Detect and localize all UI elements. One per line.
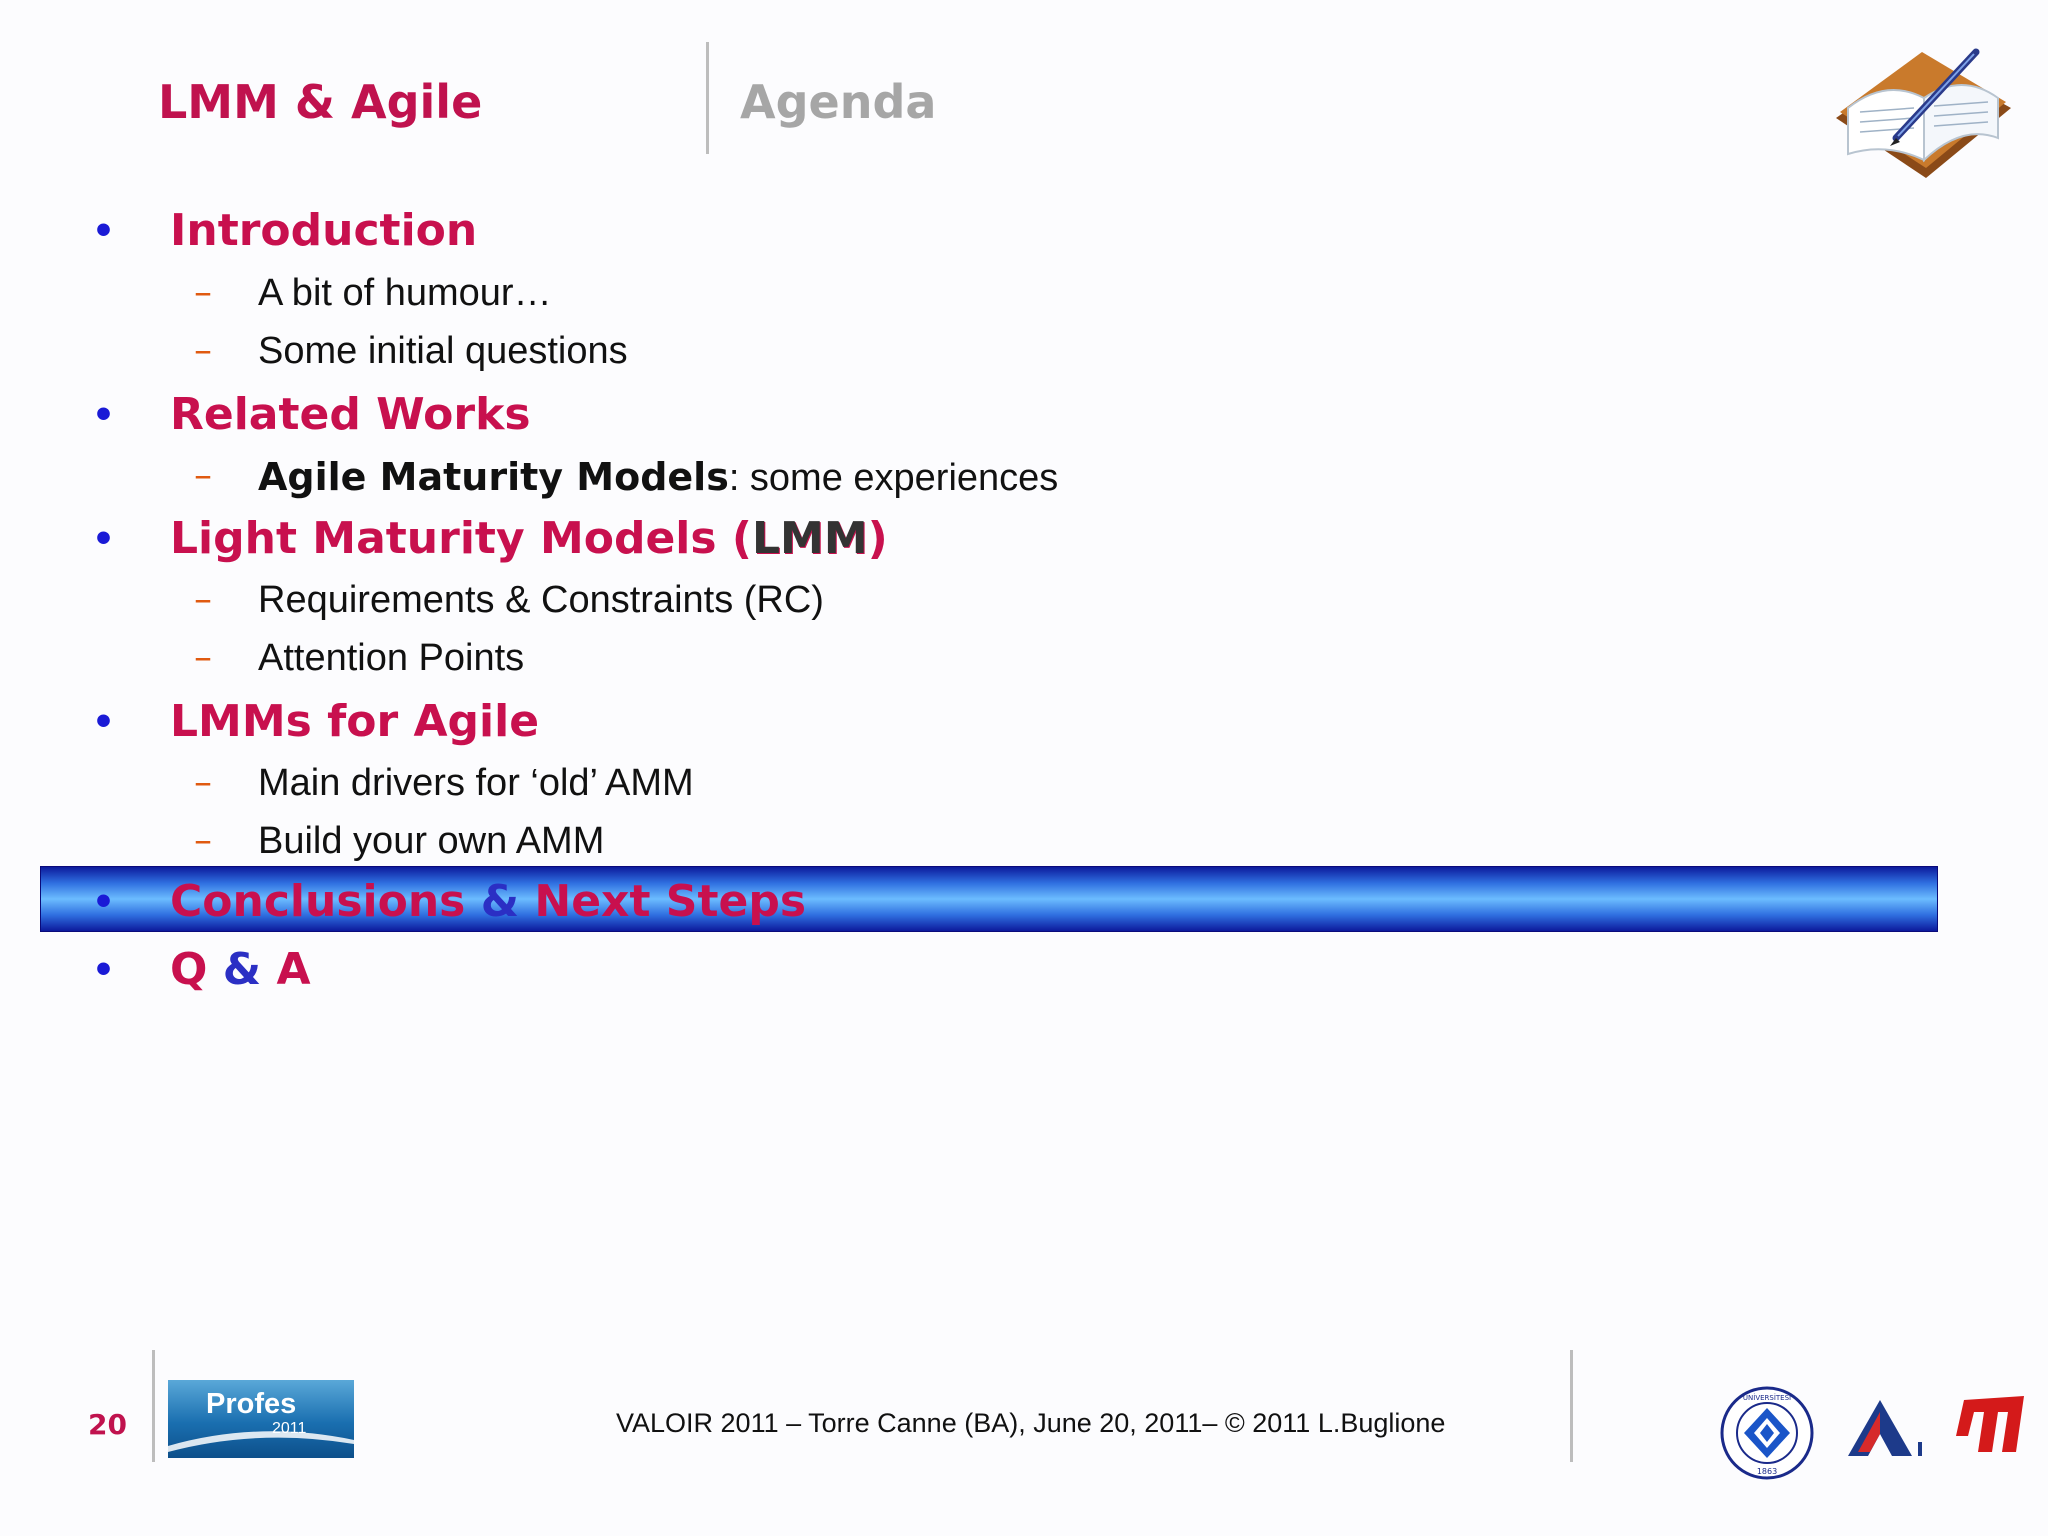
bullet: • xyxy=(92,882,116,923)
title-divider xyxy=(706,42,709,154)
footer-divider xyxy=(1570,1350,1573,1462)
qa-a: A xyxy=(276,944,311,995)
agenda-item-label: Related Works xyxy=(170,389,531,440)
page-number: 20 xyxy=(88,1408,127,1441)
agenda-subitem-label: Requirements & Constraints (RC) xyxy=(258,579,824,621)
lmm-suffix: ) xyxy=(867,513,888,564)
agenda-subitem-label: A bit of humour… xyxy=(258,272,552,314)
agenda-subitem: – Agile Maturity Models: some experience… xyxy=(0,455,2048,505)
agenda-subitem: – Main drivers for ‘old’ AMM xyxy=(0,762,2048,812)
ampersand: & xyxy=(480,876,520,927)
conclusions-label: Conclusions xyxy=(170,876,466,927)
dash: – xyxy=(194,330,212,371)
open-book-with-pen-icon xyxy=(1836,48,2011,178)
agenda-subitem: – Some initial questions xyxy=(0,330,2048,380)
agenda-subitem-label: Some initial questions xyxy=(258,330,628,372)
institution-logo-icon xyxy=(1848,1400,1922,1456)
profes-logo: Profes 2011 xyxy=(168,1380,354,1458)
dash: – xyxy=(194,272,212,313)
dash: – xyxy=(194,820,212,861)
agenda-item-related-works[interactable]: • Related Works xyxy=(0,389,2048,449)
footer-text: VALOIR 2011 – Torre Canne (BA), June 20,… xyxy=(616,1408,1446,1438)
agile-maturity-models-label: Agile Maturity Models xyxy=(258,455,729,499)
agenda-subitem: – Build your own AMM xyxy=(0,820,2048,870)
agenda-item-qa[interactable]: • Q & A xyxy=(0,944,2048,1004)
agenda-subitem-label: Attention Points xyxy=(258,637,525,679)
dash: – xyxy=(194,637,212,678)
slide: LMM & Agile Agenda • Introduction – A bi… xyxy=(0,0,2048,1536)
ampersand: & xyxy=(222,944,262,995)
agenda-subitem-label: Agile Maturity Models: some experiences xyxy=(258,455,1058,500)
agenda-item-lmms-for-agile[interactable]: • LMMs for Agile xyxy=(0,696,2048,756)
dash: – xyxy=(194,762,212,803)
agenda-item-label: Q & A xyxy=(170,944,311,995)
bullet: • xyxy=(92,211,116,252)
agenda-item-introduction[interactable]: • Introduction xyxy=(0,205,2048,265)
footer-divider xyxy=(152,1350,155,1462)
agenda-item-label: Introduction xyxy=(170,205,478,256)
agenda-subitem: – Requirements & Constraints (RC) xyxy=(0,579,2048,629)
next-steps-label: Next Steps xyxy=(534,876,807,927)
section-title: Agenda xyxy=(740,75,937,129)
profes-name: Profes xyxy=(206,1388,297,1420)
agenda-subitem: – A bit of humour… xyxy=(0,272,2048,322)
agenda-subitem: – Attention Points xyxy=(0,637,2048,687)
dash: – xyxy=(194,579,212,620)
bullet: • xyxy=(92,950,116,991)
agenda-item-label: Light Maturity Models (LMM) xyxy=(170,513,888,564)
bullet: • xyxy=(92,519,116,560)
bullet: • xyxy=(92,702,116,743)
profes-year: 2011 xyxy=(272,1420,307,1437)
lmm-abbreviation: LMM xyxy=(752,513,868,564)
seal-text: ÜNİVERSİTESİ xyxy=(1743,1393,1791,1402)
agenda-subitem-label: Build your own AMM xyxy=(258,820,605,862)
agenda-item-label: Conclusions & Next Steps xyxy=(170,876,806,927)
bogazici-university-seal-icon: ÜNİVERSİTESİ 1863 xyxy=(1720,1386,1814,1480)
agenda-item-lmm[interactable]: • Light Maturity Models (LMM) xyxy=(0,513,2048,573)
seal-year: 1863 xyxy=(1757,1467,1777,1476)
agenda-item-label: LMMs for Agile xyxy=(170,696,540,747)
qa-q: Q xyxy=(170,944,208,995)
slide-title: LMM & Agile xyxy=(158,75,483,129)
agenda-subitem-label: Main drivers for ‘old’ AMM xyxy=(258,762,694,804)
agenda-item-conclusions[interactable]: • Conclusions & Next Steps xyxy=(0,876,2048,936)
dash: – xyxy=(194,455,212,496)
lmm-prefix: Light Maturity Models ( xyxy=(170,513,752,564)
agenda-subitem-rest: : some experiences xyxy=(728,457,1059,499)
bullet: • xyxy=(92,395,116,436)
brand-mark-icon xyxy=(1956,1396,2024,1452)
